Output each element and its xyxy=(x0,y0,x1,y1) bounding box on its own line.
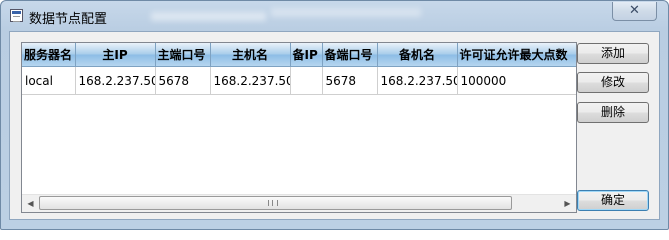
scrollbar-thumb[interactable] xyxy=(39,196,512,210)
node-list-view[interactable]: 服务器名 主IP 主端口号 主机名 备IP 备端口号 备机名 许可证允许最大点数… xyxy=(21,42,577,213)
column-header-primary-host[interactable]: 主机名 xyxy=(210,43,291,67)
column-header-primary-ip[interactable]: 主IP xyxy=(75,43,156,67)
close-button[interactable]: ✕ xyxy=(612,2,657,21)
title-bar[interactable]: 数据节点配置 ✕ xyxy=(1,1,668,31)
edit-button[interactable]: 修改 xyxy=(577,72,649,93)
blurred-title-region xyxy=(151,12,266,21)
cell-primary-host: 168.2.237.50 xyxy=(210,66,291,95)
scrollbar-grip-icon xyxy=(268,200,278,206)
scroll-left-icon[interactable]: ◀ xyxy=(22,195,39,212)
horizontal-scrollbar[interactable]: ◀ ▶ xyxy=(22,194,576,212)
table-row[interactable]: local 168.2.237.50 5678 168.2.237.50 567… xyxy=(22,66,576,95)
add-button[interactable]: 添加 xyxy=(577,43,649,64)
delete-button[interactable]: 删除 xyxy=(577,102,649,123)
cell-backup-ip xyxy=(290,66,323,95)
close-icon: ✕ xyxy=(629,3,640,18)
column-header-license-max-points[interactable]: 许可证允许最大点数 xyxy=(457,43,576,67)
dialog-window: 数据节点配置 ✕ 服务器名 主IP 主端口号 主机名 备IP 备端口号 备机名 … xyxy=(0,0,669,230)
table-header-row: 服务器名 主IP 主端口号 主机名 备IP 备端口号 备机名 许可证允许最大点数 xyxy=(22,43,576,67)
scroll-right-icon[interactable]: ▶ xyxy=(559,195,576,212)
cell-backup-host: 168.2.237.50 xyxy=(377,66,458,95)
blurred-title-region-2 xyxy=(271,8,421,17)
column-header-server-name[interactable]: 服务器名 xyxy=(22,43,76,67)
cell-backup-port: 5678 xyxy=(322,66,378,95)
column-header-backup-host[interactable]: 备机名 xyxy=(377,43,458,67)
column-header-backup-ip[interactable]: 备IP xyxy=(290,43,323,67)
cell-primary-ip: 168.2.237.50 xyxy=(75,66,156,95)
node-table: 服务器名 主IP 主端口号 主机名 备IP 备端口号 备机名 许可证允许最大点数… xyxy=(22,43,576,95)
column-header-backup-port[interactable]: 备端口号 xyxy=(322,43,378,67)
cell-primary-port: 5678 xyxy=(155,66,211,95)
dialog-client-area: 服务器名 主IP 主端口号 主机名 备IP 备端口号 备机名 许可证允许最大点数… xyxy=(9,31,660,220)
ok-button[interactable]: 确定 xyxy=(577,190,649,211)
cell-server-name: local xyxy=(22,66,76,95)
window-title: 数据节点配置 xyxy=(29,12,108,27)
column-header-primary-port[interactable]: 主端口号 xyxy=(155,43,211,67)
cell-license-max-points: 100000 xyxy=(457,66,576,95)
window-app-icon xyxy=(10,9,23,22)
